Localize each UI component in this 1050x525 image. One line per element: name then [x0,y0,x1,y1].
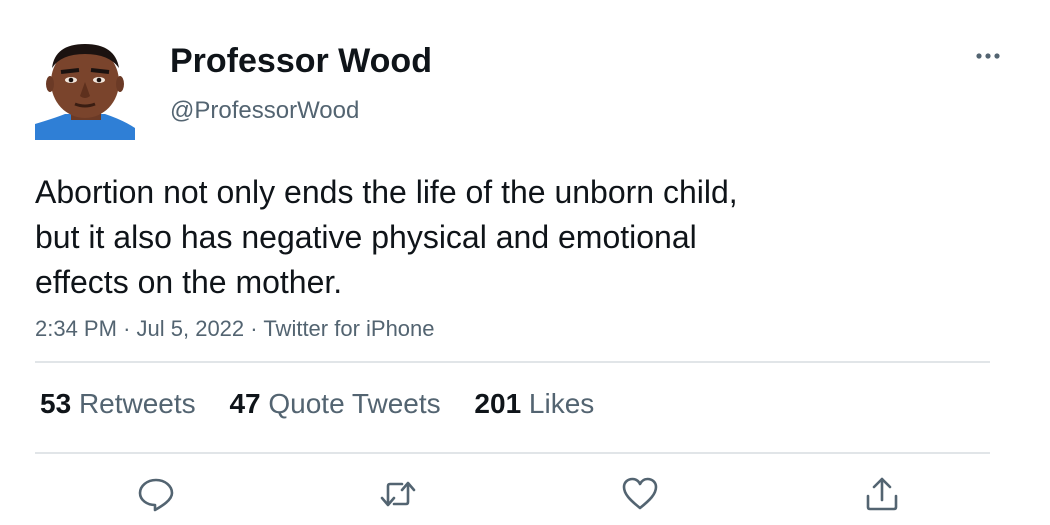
tweet-time[interactable]: 2:34 PM [35,316,117,341]
tweet-text-line: Abortion not only ends the life of the u… [35,174,738,210]
tweet-stats: 53 Retweets 47 Quote Tweets 201 Likes [40,388,620,420]
more-horizontal-icon [976,53,1000,59]
avatar[interactable] [35,40,135,140]
meta-separator: · [123,316,131,341]
likes-count: 201 [474,388,522,419]
tweet-source[interactable]: Twitter for iPhone [263,316,434,341]
like-button[interactable] [620,474,660,514]
user-handle[interactable]: @ProfessorWood [170,97,359,125]
retweets-count: 53 [40,388,72,419]
meta-separator: · [250,316,258,341]
share-icon [866,477,898,511]
tweet-metadata: 2:34 PM · Jul 5, 2022 · Twitter for iPho… [35,316,435,342]
quote-tweets-stat[interactable]: 47 Quote Tweets [229,388,440,420]
tweet-text-line: but it also has negative physical and em… [35,219,697,255]
retweet-button[interactable] [378,474,418,514]
retweets-stat[interactable]: 53 Retweets [40,388,196,420]
likes-stat[interactable]: 201 Likes [474,388,594,420]
heart-icon [622,477,658,510]
tweet-text: Abortion not only ends the life of the u… [35,170,865,305]
retweet-icon [380,481,416,507]
reply-button[interactable] [136,474,176,514]
tweet-card: Professor Wood @ProfessorWood Abortion n… [0,0,1050,525]
divider [35,452,990,454]
quote-tweets-label: Quote Tweets [268,388,441,419]
likes-label: Likes [528,388,595,419]
share-button[interactable] [862,474,902,514]
retweets-label: Retweets [78,388,196,419]
quote-tweets-count: 47 [229,388,261,419]
divider [35,361,990,363]
display-name[interactable]: Professor Wood [170,42,432,81]
reply-icon [138,478,174,512]
more-options-button[interactable] [970,44,1006,68]
tweet-date[interactable]: Jul 5, 2022 [137,316,245,341]
tweet-text-line: effects on the mother. [35,264,343,300]
